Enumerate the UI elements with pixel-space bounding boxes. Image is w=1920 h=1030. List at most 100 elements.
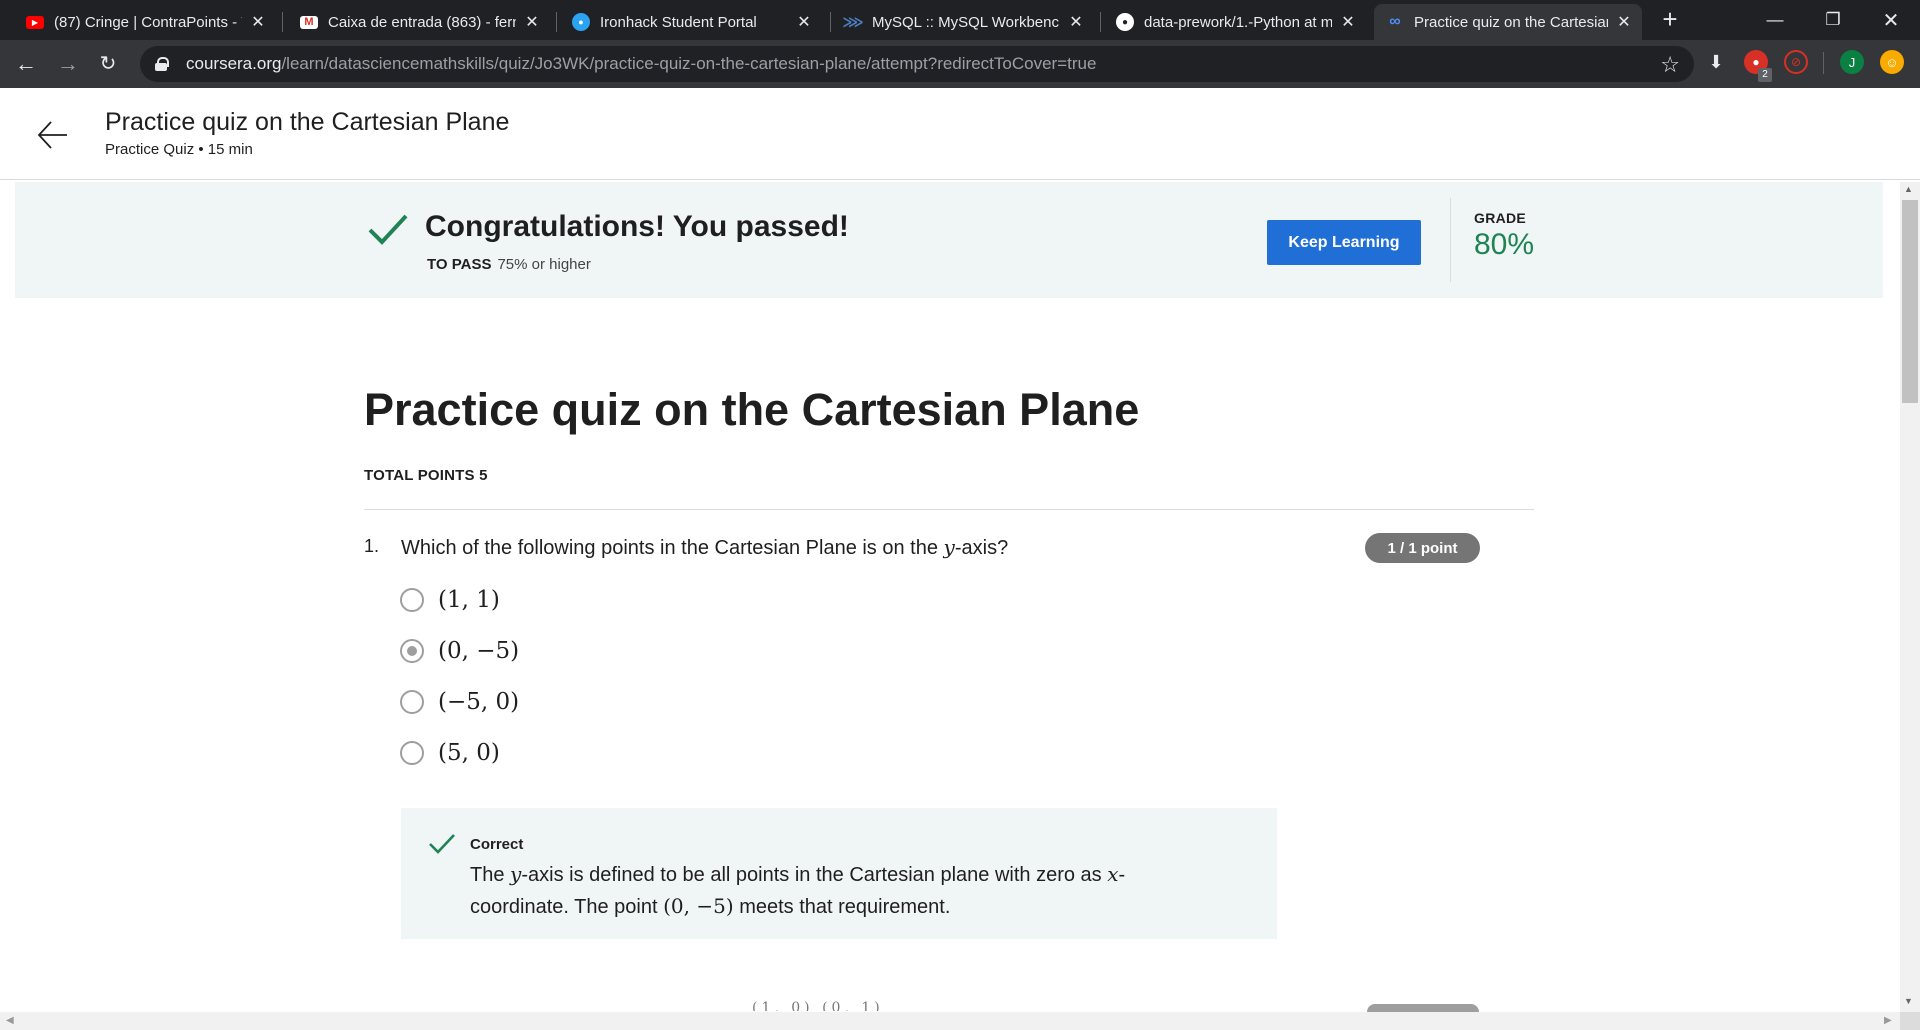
grade-label: GRADE [1474,210,1527,226]
browser-tab-mysql[interactable]: ⋙ MySQL :: MySQL Workbench ✕ [832,4,1094,40]
close-icon[interactable]: ✕ [524,12,540,32]
close-icon[interactable]: ✕ [1616,12,1632,32]
close-icon[interactable]: ✕ [1068,12,1084,32]
feedback-label: Correct [470,836,524,853]
tab-title: MySQL :: MySQL Workbench [872,13,1060,31]
restore-icon[interactable]: ❐ [1810,0,1856,40]
tab-title: Ironhack Student Portal [600,13,757,31]
keep-learning-button[interactable]: Keep Learning [1267,220,1421,265]
back-icon[interactable]: ← [12,50,40,78]
lock-icon [154,57,169,71]
back-arrow-icon[interactable] [36,118,70,152]
next-question-peek: (1, 0) (0, 1) [752,1000,884,1011]
tab-title: Practice quiz on the Cartesian Plane [1414,13,1608,31]
browser-tab-youtube[interactable]: ▶ (87) Cringe | ContraPoints - YouTube ✕ [14,4,276,40]
feedback-text-part: meets that requirement. [733,896,951,918]
feedback-math-var: x [1107,862,1119,886]
scroll-left-arrow-icon[interactable]: ◀ [6,1015,14,1026]
reload-icon[interactable]: ↻ [94,50,122,78]
blocker-extension-icon[interactable]: ⊘ [1784,50,1808,74]
tab-separator [282,12,283,32]
question-text-part: -axis? [954,537,1009,559]
extension-badge: 2 [1758,68,1772,82]
question-text: Which of the following points in the Car… [401,535,1008,560]
feedback-text-part: -axis is defined to be all points in the… [521,864,1108,886]
download-icon[interactable]: ⬇ [1704,50,1728,74]
url-path: /learn/datasciencemathskills/quiz/Jo3WK/… [281,54,1097,73]
option-label: (5, 0) [438,740,500,766]
ironhack-icon: ● [572,13,590,31]
quiz-header: Practice quiz on the Cartesian Plane Pra… [0,88,1920,180]
divider [364,509,1534,510]
quiz-title: Practice quiz on the Cartesian Plane [364,384,1140,435]
question-number: 1. [364,536,380,556]
radio-button-selected[interactable] [400,639,424,663]
scroll-down-arrow-icon[interactable]: ▼ [1904,996,1913,1006]
radio-button[interactable] [400,741,424,765]
scrollbar-thumb[interactable] [1902,200,1918,403]
url-host: coursera.org [186,54,282,73]
browser-tab-github[interactable]: ● data-prework/1.-Python at master ✕ [1104,4,1366,40]
address-bar[interactable]: coursera.org/learn/datasciencemathskills… [140,46,1694,82]
bookmark-star-icon[interactable]: ☆ [1660,52,1680,78]
close-icon[interactable]: ✕ [250,12,266,32]
answer-feedback: Correct The y-axis is defined to be all … [401,808,1277,939]
scroll-up-arrow-icon[interactable]: ▲ [1904,184,1913,194]
points-badge: 1 / 1 point [1365,533,1480,563]
update-icon[interactable]: ☺ [1880,50,1904,74]
page-subtitle: Practice Quiz • 15 min [105,141,253,158]
scroll-right-arrow-icon[interactable]: ▶ [1884,1015,1892,1026]
option-label: (−5, 0) [438,689,520,715]
coursera-icon: ∞ [1389,13,1401,30]
checkmark-icon [429,834,455,854]
tab-separator [1100,12,1101,32]
close-window-icon[interactable]: ✕ [1868,0,1914,40]
passed-message: Congratulations! You passed! [425,210,849,243]
forward-icon[interactable]: → [54,50,82,78]
question-text-part: Which of the following points in the Car… [401,537,944,559]
profile-avatar[interactable]: J [1840,50,1864,74]
question-math-var: y [943,535,955,559]
feedback-math-point: (0, −5) [663,894,734,918]
answer-option[interactable]: (−5, 0) [400,685,519,719]
gmail-icon: M [300,15,318,29]
option-label: (0, −5) [438,638,520,664]
option-label: (1, 1) [438,587,500,613]
minimize-icon[interactable]: — [1752,0,1798,40]
tab-separator [830,12,831,32]
github-icon: ● [1116,13,1134,31]
horizontal-scrollbar[interactable] [0,1012,1900,1030]
new-tab-button[interactable]: + [1656,5,1684,33]
close-icon[interactable]: ✕ [796,12,812,32]
browser-tab-coursera[interactable]: ∞ Practice quiz on the Cartesian Plane ✕ [1374,4,1642,40]
to-pass-requirement: TO PASS 75% or higher [427,256,591,273]
answer-option[interactable]: (1, 1) [400,583,500,617]
tab-title: (87) Cringe | ContraPoints - YouTube [54,13,242,31]
browser-tab-bar: ▶ (87) Cringe | ContraPoints - YouTube ✕… [0,0,1920,40]
feedback-math-var: y [510,862,522,886]
passed-banner: Congratulations! You passed! TO PASS 75% … [15,182,1883,298]
tab-separator [556,12,557,32]
banner-divider [1450,198,1451,282]
answer-option[interactable]: (5, 0) [400,736,500,770]
feedback-text-part: The [470,864,511,886]
tab-title: data-prework/1.-Python at master [1144,13,1332,31]
tab-title: Caixa de entrada (863) - fernanda [328,13,516,31]
youtube-icon: ▶ [26,15,44,29]
page-title: Practice quiz on the Cartesian Plane [105,108,510,136]
answer-option-selected[interactable]: (0, −5) [400,634,519,668]
scrollbar-corner [1900,1012,1920,1030]
to-pass-value: 75% or higher [497,256,591,273]
radio-button[interactable] [400,588,424,612]
checkmark-icon [368,214,408,245]
to-pass-label: TO PASS [427,256,492,273]
radio-button[interactable] [400,690,424,714]
mysql-icon: ⋙ [842,14,864,31]
grade-value: 80% [1474,228,1535,261]
close-icon[interactable]: ✕ [1340,12,1356,32]
toolbar-separator [1823,52,1824,74]
browser-toolbar: ← → ↻ coursera.org/learn/datasciencemath… [0,40,1920,88]
browser-tab-gmail[interactable]: M Caixa de entrada (863) - fernanda ✕ [288,4,550,40]
total-points: TOTAL POINTS 5 [364,467,488,484]
browser-tab-ironhack[interactable]: ● Ironhack Student Portal ✕ [560,4,822,40]
